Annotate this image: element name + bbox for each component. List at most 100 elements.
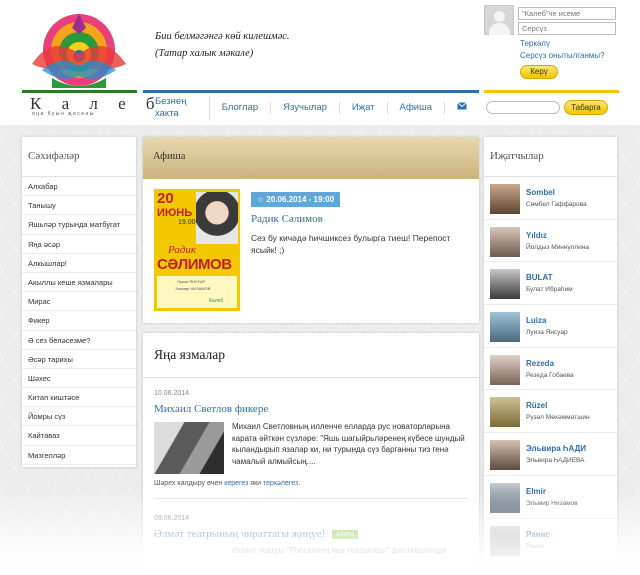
writer-name: Булат Ибраһим — [526, 286, 573, 294]
writer-avatar[interactable] — [490, 184, 520, 214]
afisha-panel: Афиша 20 ИЮНЬ 19.00 Радик СӘЛИМОВ Луиза … — [143, 137, 479, 323]
sidebar-item[interactable]: Яңа әсәр — [22, 235, 136, 254]
writer-avatar[interactable] — [490, 312, 520, 343]
login-button[interactable]: Керү — [520, 65, 558, 79]
nav-item-creation[interactable]: Иҗат — [340, 101, 388, 114]
avatar — [484, 5, 514, 35]
sidebar-item[interactable]: Мирас — [22, 292, 136, 312]
sidebar-item[interactable]: Әсәр тарихы — [22, 350, 136, 369]
comment-suffix: . — [298, 480, 301, 487]
sidebar-item[interactable]: Йомры сүз — [22, 407, 136, 427]
writer-item[interactable]: Sombel Сөмбел Гаффарова — [484, 177, 617, 220]
event-title-link[interactable]: Радик Сәлимов — [251, 213, 323, 225]
avatar-placeholder-head — [494, 11, 505, 22]
sidebar-item[interactable]: Акыллы кеше язмалары — [22, 273, 136, 293]
writer-name: Резеда Гобаева — [526, 371, 574, 379]
sidebar-item[interactable]: Кайтаваз — [22, 426, 136, 446]
search-input[interactable] — [486, 101, 560, 114]
sidebar-item[interactable]: Фикер — [22, 311, 136, 331]
sidebar-item[interactable]: Мизгелләр — [22, 446, 136, 465]
poster-month: ИЮНЬ — [157, 207, 193, 219]
writer-nick[interactable]: Elmir — [526, 487, 546, 496]
writer-name: Эльвира ҺАДИЕВА — [526, 457, 585, 465]
poster-guest-2: Эльмир НИЗАМОВ — [175, 286, 211, 291]
writer-name: Сөмбел Гаффарова — [526, 201, 587, 208]
sidebar-title: Сәхифәләр — [22, 137, 136, 177]
news-category-badge[interactable]: Afisha — [332, 530, 359, 539]
news-thumbnail[interactable] — [154, 422, 224, 474]
writer-avatar[interactable] — [490, 482, 520, 513]
writer-item[interactable]: Elmir Эльмир Низамов — [484, 476, 617, 519]
poster-photo — [196, 192, 238, 244]
quote-text: Бии белмәгәнгә көй килешмәс. — [155, 31, 290, 42]
search-button[interactable]: Табарга — [564, 100, 608, 115]
sidebar-item[interactable]: Китап киштәсе — [22, 388, 136, 408]
avatar-placeholder-body — [489, 23, 510, 35]
writers-sidebar: Иҗатчылар Sombel Сөмбел Гаффарова Yıldız… — [484, 137, 617, 575]
news-title: Яңа язмалар — [143, 333, 479, 378]
news-title-link[interactable]: Михаил Светлов фикере — [154, 403, 268, 415]
writer-item[interactable]: BULAT Булат Ибраһим — [484, 262, 617, 306]
writer-item[interactable]: Luiza Луиза Янсуар — [484, 305, 617, 348]
writer-item[interactable]: Rüzel Рүзәл Мөхәммәтшин — [484, 390, 617, 434]
sidebar-item[interactable]: Танышу — [22, 196, 136, 216]
password-input[interactable] — [518, 22, 616, 35]
afisha-title: Афиша — [143, 137, 479, 179]
writer-nick[interactable]: BULAT — [526, 273, 553, 282]
event-date-badge: ☆ 20.06.2014 - 19:00 — [251, 192, 341, 207]
news-date: 09.06.2014 — [154, 515, 190, 522]
writer-nick[interactable]: Rezeda — [526, 359, 554, 368]
writer-avatar[interactable] — [490, 354, 520, 385]
writer-nick[interactable]: Ранис — [526, 530, 550, 539]
comment-mid: яки — [248, 480, 264, 487]
sidebar-item[interactable]: Алкышлар! — [22, 254, 136, 273]
writer-avatar[interactable] — [490, 525, 520, 556]
sidebar-item[interactable]: Ә сез беләсезме? — [22, 331, 136, 350]
writer-name: Эльмир Низамов — [526, 499, 578, 507]
writer-name: Ранис — [526, 542, 545, 550]
news-title-link[interactable]: Әлмәт театрының чираттагы җиңүе! — [154, 528, 325, 540]
envelope-icon[interactable] — [457, 101, 467, 110]
writer-avatar[interactable] — [490, 440, 520, 471]
writer-item[interactable]: Эльвира ҺАДИ Эльвира ҺАДИЕВА — [484, 433, 617, 476]
writer-avatar[interactable] — [490, 226, 520, 257]
writer-nick[interactable]: Эльвира ҺАДИ — [526, 444, 586, 453]
sidebar-item[interactable]: Яшьләр турында матбугат — [22, 215, 136, 235]
writer-item[interactable]: Rezeda Резеда Гобаева — [484, 348, 617, 391]
nav-item-blogs[interactable]: Блоглар — [210, 101, 272, 114]
writer-nick[interactable]: Luiza — [526, 316, 546, 325]
logo-underline — [22, 90, 137, 93]
writer-name: Рүзәл Мөхәммәтшин — [526, 414, 590, 422]
writer-avatar[interactable] — [490, 397, 520, 428]
writer-item[interactable]: Yıldız Йолдыз Миннуллина — [484, 220, 617, 263]
event-date-text: 20.06.2014 - 19:00 — [266, 195, 335, 204]
event-poster[interactable]: 20 ИЮНЬ 19.00 Радик СӘЛИМОВ Луиза ЯНСУАР… — [154, 189, 240, 311]
poster-brand: Калеб — [209, 298, 224, 304]
writer-nick[interactable]: Yıldız — [526, 231, 547, 240]
forgot-password-link[interactable]: Серсүз онытылганмы? — [520, 51, 605, 60]
nav-item-writers[interactable]: Язучылар — [271, 101, 340, 114]
register-link[interactable]: Теркәлү — [520, 39, 550, 48]
poster-last-name: СӘЛИМОВ — [157, 256, 232, 273]
nav-item-about[interactable]: Безнең хакта — [143, 95, 210, 120]
news-comment-note: Шәрех калдыру өчен керегез яки теркәлеге… — [154, 480, 300, 487]
writer-avatar[interactable] — [490, 269, 520, 300]
writer-item[interactable]: Ранис Ранис — [484, 519, 617, 562]
nav-item-mail[interactable] — [445, 101, 479, 114]
comment-prefix: Шәрех калдыру өчен — [154, 480, 225, 487]
writer-name: Луиза Янсуар — [526, 329, 568, 337]
writer-nick[interactable]: Rüzel — [526, 401, 547, 410]
sidebar-item[interactable]: Алхабар — [22, 177, 136, 197]
news-divider — [154, 498, 468, 499]
poster-first-name: Радик — [168, 244, 197, 256]
news-panel: Яңа язмалар 10.06.2014 Михаил Светлов фи… — [143, 333, 479, 575]
sidebar-item[interactable]: Шәхес — [22, 369, 136, 389]
poster-time: 19.00 — [178, 219, 196, 226]
username-input[interactable] — [518, 7, 616, 20]
main-nav: Безнең хакта Блоглар Язучылар Иҗат Афиша — [143, 90, 479, 122]
writer-nick[interactable]: Sombel — [526, 188, 555, 197]
login-link[interactable]: керегез — [224, 480, 248, 487]
nav-item-afisha[interactable]: Афиша — [388, 101, 445, 114]
logo-tagline: яңа буын җисены — [32, 111, 95, 117]
register-link[interactable]: теркәлегез — [263, 480, 298, 487]
